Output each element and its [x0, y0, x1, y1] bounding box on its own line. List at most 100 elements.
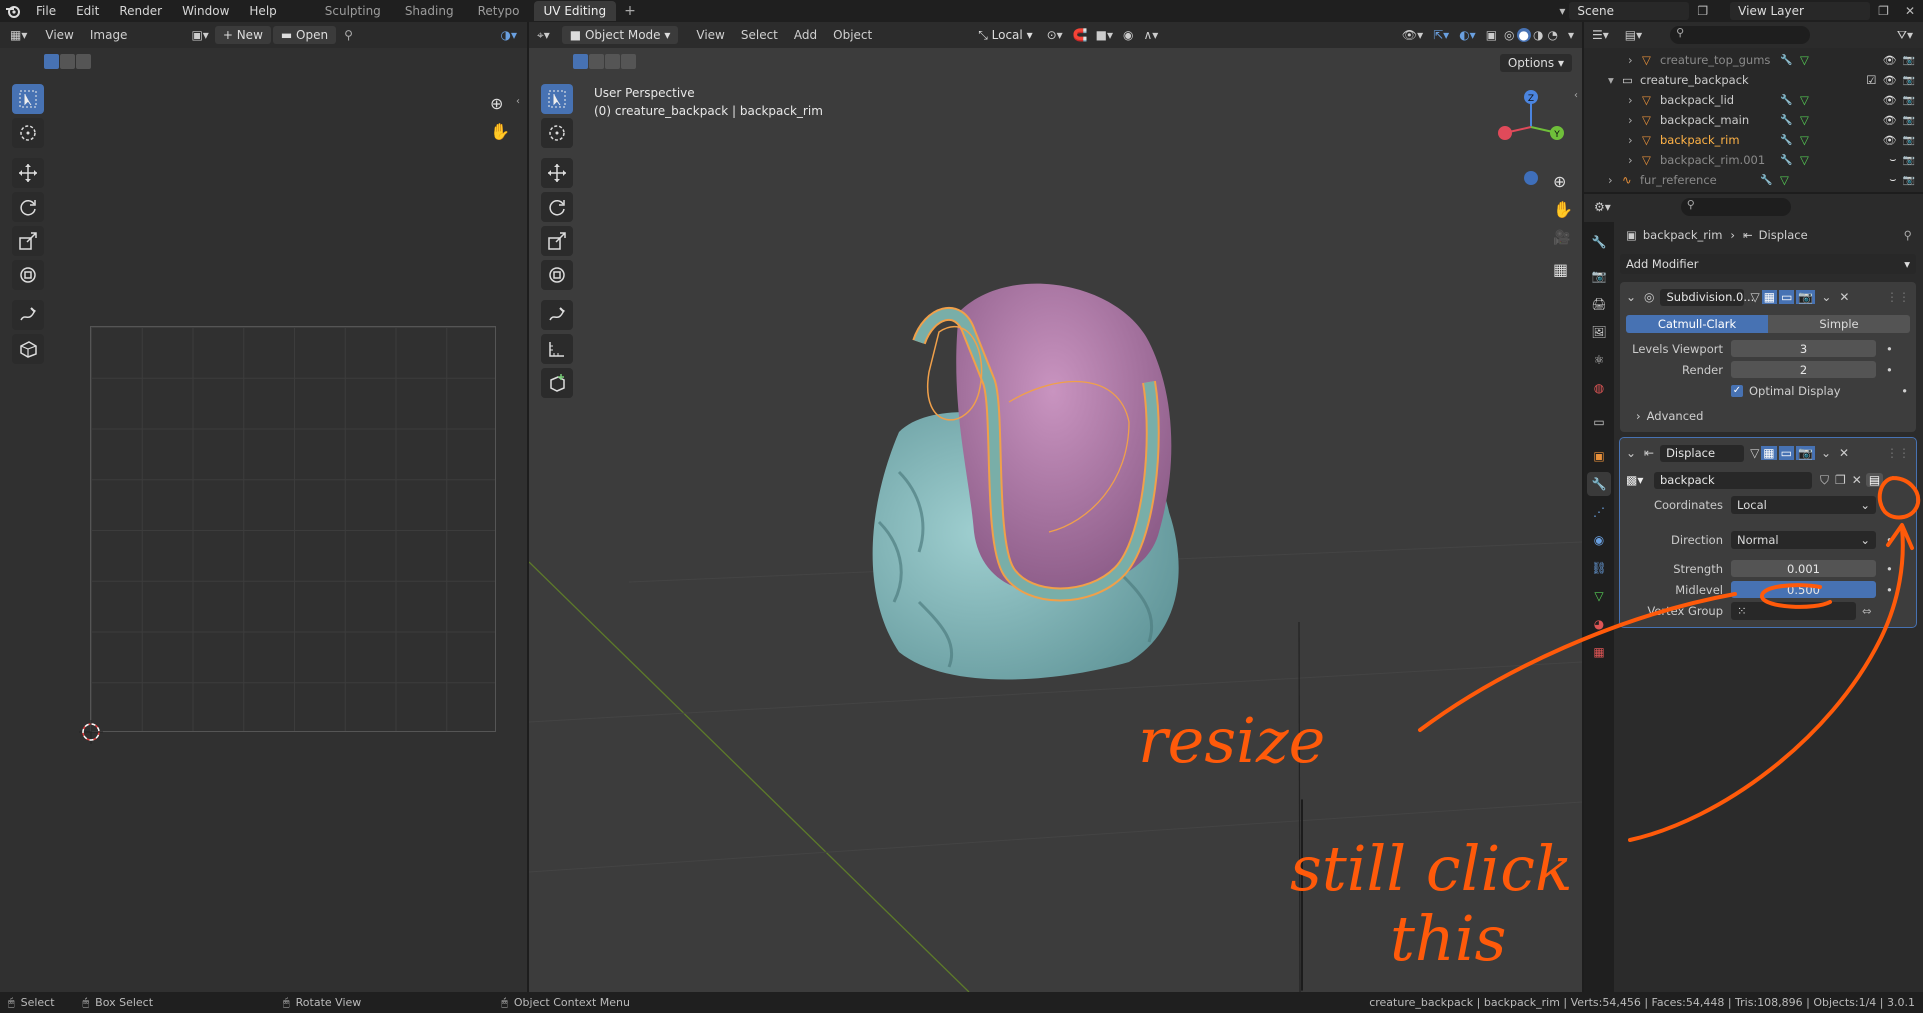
- new-view-layer-icon[interactable]: ❐: [1870, 4, 1897, 18]
- render-camera-icon[interactable]: 📷: [1903, 115, 1923, 126]
- render-camera-icon[interactable]: 📷: [1903, 155, 1923, 166]
- backpack-mesh[interactable]: [859, 272, 1189, 692]
- keyframe-dot-icon[interactable]: •: [1901, 384, 1910, 398]
- uv-menu-image[interactable]: Image: [82, 28, 136, 42]
- collapse-chevron-icon[interactable]: ⌄: [1626, 446, 1638, 460]
- uv-menu-view[interactable]: View: [37, 28, 81, 42]
- mesh-data-icon[interactable]: ▽: [1780, 173, 1800, 187]
- physics-tab-icon[interactable]: ◉: [1587, 528, 1611, 552]
- render-camera-icon[interactable]: 📷: [1903, 135, 1923, 146]
- scale-tool[interactable]: [12, 226, 44, 256]
- modifier-menu-chevron-icon[interactable]: ⌄: [1815, 446, 1831, 460]
- duplicate-texture-icon[interactable]: ❐: [1829, 473, 1846, 487]
- coordinates-dropdown[interactable]: Local ⌄: [1731, 495, 1876, 514]
- render-camera-icon[interactable]: 📷: [1903, 55, 1923, 66]
- display-mode-icon[interactable]: ▤▾: [1617, 28, 1650, 42]
- add-workspace-icon[interactable]: +: [616, 3, 644, 19]
- eye-icon[interactable]: 👁: [1883, 94, 1903, 107]
- viewport-toggle-icon[interactable]: ▭: [1778, 446, 1794, 460]
- modifier-wrench-icon[interactable]: 🔧: [1780, 155, 1800, 166]
- constraints-tab-icon[interactable]: ⛓: [1587, 556, 1611, 580]
- pin-icon[interactable]: ⚲: [336, 28, 361, 42]
- outliner-item[interactable]: › ▽ backpack_rim 🔧 ▽ 👁 📷: [1584, 130, 1923, 150]
- modifier-wrench-icon[interactable]: 🔧: [1780, 55, 1800, 66]
- mesh-data-icon[interactable]: ▽: [1800, 133, 1820, 147]
- advanced-subpanel[interactable]: › Advanced: [1626, 405, 1910, 426]
- view-layer-selector[interactable]: View Layer: [1730, 2, 1871, 20]
- menu-window[interactable]: Window: [172, 4, 239, 18]
- cage-toggle-icon[interactable]: ▦: [1761, 290, 1778, 304]
- mesh-data-icon[interactable]: ▽: [1800, 153, 1820, 167]
- workspace-tab-retypo[interactable]: Retypo: [468, 1, 530, 21]
- workspace-tab-uv-editing[interactable]: UV Editing: [533, 1, 617, 21]
- catmull-clark-tab[interactable]: Catmull-Clark: [1626, 315, 1768, 333]
- expand-chevron-down-icon[interactable]: ▾: [1608, 73, 1622, 87]
- transform-tool[interactable]: [12, 260, 44, 290]
- remove-modifier-icon[interactable]: ✕: [1831, 446, 1849, 460]
- open-image-button[interactable]: ▬ Open: [272, 26, 337, 44]
- menu-render[interactable]: Render: [109, 4, 172, 18]
- modifier-wrench-tab-icon[interactable]: 🔧: [1587, 472, 1611, 496]
- view-layer-tab-icon[interactable]: 🖼: [1587, 320, 1611, 344]
- rip-region-tool[interactable]: [12, 334, 44, 364]
- cage-toggle-icon[interactable]: ▦: [1761, 446, 1777, 460]
- eye-icon[interactable]: 👁: [1883, 54, 1903, 67]
- render-toggle-icon[interactable]: 📷: [1796, 290, 1816, 304]
- render-camera-icon[interactable]: 📷: [1903, 95, 1923, 106]
- viewport-toggle-icon[interactable]: ▭: [1779, 290, 1795, 304]
- edit-mode-toggle-icon[interactable]: ▽: [1744, 446, 1759, 460]
- properties-editor-type-icon[interactable]: ⚙▾: [1584, 200, 1621, 214]
- render-toggle-icon[interactable]: 📷: [1795, 446, 1815, 460]
- outliner-editor-type-icon[interactable]: ☰▾: [1584, 28, 1617, 42]
- expand-chevron-right-icon[interactable]: ›: [1628, 93, 1642, 107]
- filter-icon[interactable]: ⛛▾: [1887, 28, 1923, 43]
- exclude-checkbox[interactable]: ☑: [1866, 73, 1882, 87]
- optimal-display-checkbox[interactable]: ✓: [1731, 384, 1743, 397]
- collection-tab-icon[interactable]: ▭: [1587, 410, 1611, 434]
- expand-chevron-right-icon[interactable]: ›: [1608, 173, 1622, 187]
- rotate-tool[interactable]: [12, 192, 44, 222]
- direction-dropdown[interactable]: Normal ⌄: [1731, 530, 1876, 549]
- keyframe-dot-icon[interactable]: •: [1876, 342, 1893, 356]
- material-tab-icon[interactable]: ◕: [1587, 612, 1611, 636]
- outliner-search-input[interactable]: ⚲: [1670, 26, 1811, 44]
- object-tab-icon[interactable]: ▣: [1587, 444, 1611, 468]
- texture-properties-button-icon[interactable]: ▤: [1865, 473, 1884, 487]
- new-image-button[interactable]: + New: [214, 26, 271, 44]
- editor-type-icon[interactable]: ▦▾: [0, 28, 37, 42]
- mesh-data-icon[interactable]: ▽: [1800, 53, 1820, 67]
- properties-search-input[interactable]: ⚲: [1680, 198, 1791, 216]
- uv-zoom-icon[interactable]: ⊕: [490, 94, 503, 113]
- menu-edit[interactable]: Edit: [66, 4, 109, 18]
- output-tab-icon[interactable]: 🖨: [1587, 292, 1611, 316]
- texture-tab-icon[interactable]: ▦: [1587, 640, 1611, 664]
- remove-modifier-icon[interactable]: ✕: [1831, 290, 1849, 304]
- subdivision-name-field[interactable]: Subdivision.0...: [1660, 288, 1754, 306]
- remove-view-layer-icon[interactable]: ✕: [1897, 4, 1923, 18]
- keyframe-dot-icon[interactable]: •: [1876, 363, 1893, 377]
- modifier-wrench-icon[interactable]: 🔧: [1780, 135, 1800, 146]
- modifier-wrench-icon[interactable]: 🔧: [1780, 95, 1800, 106]
- expand-chevron-right-icon[interactable]: ›: [1628, 133, 1642, 147]
- outliner-item[interactable]: › ∿ fur_reference 🔧 ▽ ⌣ 📷: [1584, 170, 1923, 190]
- data-tab-icon[interactable]: ▽: [1587, 584, 1611, 608]
- annotate-tool[interactable]: [12, 300, 44, 330]
- expand-chevron-right-icon[interactable]: ›: [1628, 53, 1642, 67]
- scene-selector[interactable]: Scene: [1569, 2, 1690, 20]
- edit-mode-toggle-icon[interactable]: ▽: [1744, 290, 1759, 304]
- render-levels-field[interactable]: 2: [1731, 361, 1876, 378]
- render-camera-icon[interactable]: 📷: [1903, 175, 1923, 186]
- outliner-item[interactable]: › ▽ backpack_lid 🔧 ▽ 👁 📷: [1584, 90, 1923, 110]
- pin-icon[interactable]: ⚲: [1904, 228, 1916, 242]
- drag-handle-icon[interactable]: ⋮⋮: [1886, 290, 1910, 304]
- render-camera-icon[interactable]: 📷: [1903, 75, 1923, 86]
- keyframe-dot-icon[interactable]: •: [1876, 562, 1893, 576]
- collapse-chevron-icon[interactable]: ⌄: [1626, 290, 1638, 304]
- uv-selection-mode-buttons[interactable]: [44, 54, 91, 69]
- outliner-item[interactable]: › ▽ backpack_main 🔧 ▽ 👁 📷: [1584, 110, 1923, 130]
- keyframe-dot-icon[interactable]: •: [1876, 583, 1893, 597]
- uv-overlay-icon[interactable]: ◑▾: [491, 28, 528, 42]
- texture-checker-icon[interactable]: ▩▾: [1626, 473, 1648, 487]
- workspace-tab-sculpting[interactable]: Sculpting: [315, 1, 391, 21]
- move-tool[interactable]: [12, 158, 44, 188]
